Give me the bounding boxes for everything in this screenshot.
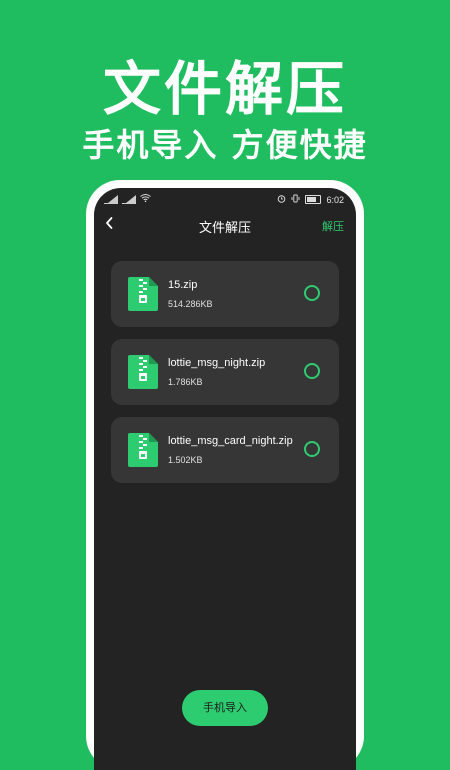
nav-bar: 文件解压 解压 [94, 212, 356, 240]
file-item[interactable]: lottie_msg_night.zip 1.786KB [111, 339, 339, 405]
file-name: lottie_msg_night.zip [168, 357, 266, 369]
page-title: 文件解压 [198, 220, 251, 235]
file-size: 1.502KB [168, 455, 203, 465]
file-name: lottie_msg_card_night.zip [168, 435, 293, 447]
vibrate-icon [291, 194, 300, 205]
select-radio[interactable] [304, 441, 320, 457]
signal-icon [104, 194, 118, 204]
file-size: 514.286KB [168, 299, 213, 309]
phone-import-button[interactable]: 手机导入 [182, 690, 268, 726]
file-item[interactable]: lottie_msg_card_night.zip 1.502KB [111, 417, 339, 483]
select-radio[interactable] [304, 363, 320, 379]
phone-screen: 6:02 文件解压 解压 15.zip 514.286KB lottie_msg… [94, 188, 356, 770]
wifi-icon [140, 194, 151, 204]
alarm-icon [277, 194, 286, 205]
file-item[interactable]: 15.zip 514.286KB [111, 261, 339, 327]
file-size: 1.786KB [168, 377, 203, 387]
file-name: 15.zip [168, 279, 198, 291]
status-left [104, 194, 151, 204]
promo-subtitle: 手机导入 方便快捷 [82, 126, 368, 164]
zip-file-icon [128, 277, 158, 311]
zip-file-icon [128, 355, 158, 389]
signal-icon [122, 194, 136, 204]
status-time: 6:02 [326, 194, 344, 205]
status-bar: 6:02 [94, 190, 356, 208]
file-list: 15.zip 514.286KB lottie_msg_night.zip 1.… [111, 261, 339, 495]
extract-button[interactable]: 解压 [322, 218, 344, 234]
battery-icon [305, 195, 322, 204]
zip-file-icon [128, 433, 158, 467]
promo-title: 文件解压 [102, 55, 347, 123]
status-right: 6:02 [277, 194, 344, 205]
phone-frame: 6:02 文件解压 解压 15.zip 514.286KB lottie_msg… [86, 180, 364, 770]
select-radio[interactable] [304, 285, 320, 301]
